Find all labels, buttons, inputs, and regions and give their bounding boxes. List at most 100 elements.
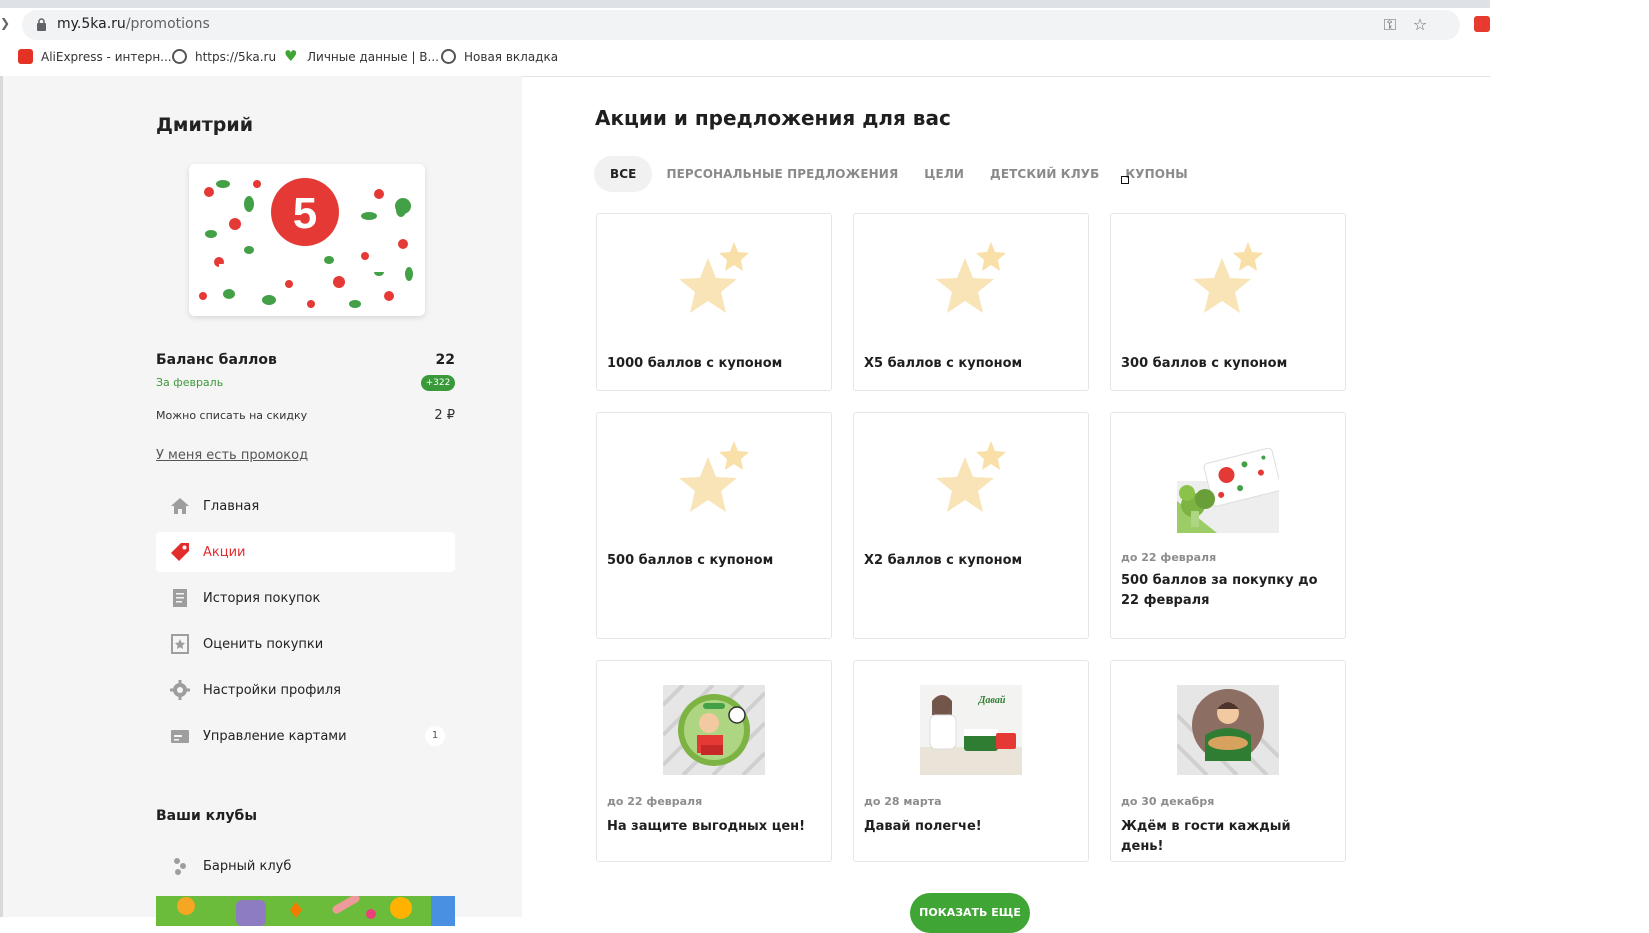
promo-code-link[interactable]: У меня есть промокод: [156, 448, 308, 463]
bookmark-star-icon[interactable]: ☆: [1410, 15, 1430, 34]
balance-period: За февраль: [156, 376, 224, 389]
clubs-title: Ваши клубы: [156, 808, 257, 824]
cursor-marker: [1121, 176, 1129, 184]
bookmark-label: https://5ka.ru: [195, 49, 277, 64]
balance-value: 22: [435, 352, 455, 368]
url-host: my.5ka.ru: [57, 16, 126, 32]
bookmark-aliexpress[interactable]: AliExpress - интерн...: [18, 49, 172, 64]
baker-image: [1177, 685, 1279, 775]
url-text[interactable]: my.5ka.ru/promotions: [57, 16, 210, 32]
star-icon: [1193, 242, 1263, 313]
sidebar-item-label: Оценить покупки: [203, 636, 324, 652]
cards-count-badge: 1: [425, 726, 445, 746]
balance-delta-badge: +322: [421, 375, 455, 391]
balance-title: Баланс баллов: [156, 352, 277, 368]
promo-title: 500 баллов с купоном: [607, 553, 774, 568]
card-broccoli-image: [1177, 447, 1279, 533]
club-banner-art: [156, 896, 455, 926]
sidebar-item-purchase-history[interactable]: История покупок: [156, 578, 455, 618]
gear-icon: [169, 679, 191, 701]
loyalty-card-art: 5: [189, 164, 425, 316]
promo-tile[interactable]: до 30 декабря Ждём в гости каждый день!: [1110, 660, 1346, 862]
aliexpress-icon: [18, 49, 33, 64]
page-margin: [1490, 0, 1649, 917]
hero-badge-image: [663, 685, 765, 775]
club-item-bar[interactable]: Барный клуб: [156, 848, 455, 884]
tab-strip: [0, 0, 1490, 8]
tab-personal-offers[interactable]: ПЕРСОНАЛЬНЫЕ ПРЕДЛОЖЕНИЯ: [666, 167, 898, 181]
svg-text:5: 5: [293, 189, 317, 238]
globe-icon: [172, 49, 187, 64]
address-bar[interactable]: my.5ka.ru/promotions ⚿ ☆: [22, 10, 1460, 40]
sidebar-nav: Главная Акции История покупок Оценить по…: [156, 486, 455, 762]
promo-date: до 28 марта: [864, 795, 942, 808]
sidebar-item-home[interactable]: Главная: [156, 486, 455, 526]
club-icon: [169, 855, 191, 877]
sidebar: Дмитрий 5 Баланс баллов 22 За февраль +3: [0, 76, 522, 926]
show-more-button[interactable]: ПОКАЗАТЬ ЕЩЕ: [910, 893, 1030, 933]
promo-title: 300 баллов с купоном: [1121, 356, 1288, 371]
promo-tile[interactable]: до 22 февраля На защите выгодных цен!: [596, 660, 832, 862]
card-icon: [169, 725, 191, 747]
home-icon: [169, 495, 191, 517]
promo-tile[interactable]: до 22 февраля 500 баллов за покупку до 2…: [1110, 412, 1346, 639]
star-icon: [936, 441, 1006, 512]
sidebar-item-rate-purchases[interactable]: Оценить покупки: [156, 624, 455, 664]
promo-title: Давай полегче!: [864, 819, 982, 834]
promo-date: до 22 февраля: [607, 795, 703, 808]
writeoff-value: 2 ₽: [434, 408, 455, 423]
tab-coupons[interactable]: КУПОНЫ: [1125, 167, 1187, 181]
tab-kids-club[interactable]: ДЕТСКИЙ КЛУБ: [990, 167, 1099, 181]
promo-title: На защите выгодных цен!: [607, 819, 806, 834]
sidebar-item-label: Главная: [203, 498, 260, 514]
promo-tile[interactable]: X2 баллов с купоном: [853, 412, 1089, 639]
heart-icon: ♥: [284, 47, 298, 65]
promo-tabs: ВСЕ ПЕРСОНАЛЬНЫЕ ПРЕДЛОЖЕНИЯ ЦЕЛИ ДЕТСКИ…: [594, 155, 1214, 193]
globe-icon: [441, 49, 456, 64]
tab-all[interactable]: ВСЕ: [594, 156, 653, 192]
sidebar-item-profile-settings[interactable]: Настройки профиля: [156, 670, 455, 710]
bookmark-5ka[interactable]: https://5ka.ru: [172, 49, 276, 64]
star-icon: [936, 242, 1006, 313]
page-title: Акции и предложения для вас: [595, 106, 951, 130]
svg-text:Давай: Давай: [978, 695, 1006, 706]
key-icon[interactable]: ⚿: [1380, 15, 1400, 35]
promo-tile[interactable]: Давай до 28 марта Давай полегче!: [853, 660, 1089, 862]
bookmark-personal-data[interactable]: ♥ Личные данные | В...: [284, 49, 439, 64]
user-name: Дмитрий: [156, 114, 254, 136]
promo-title: Ждём в гости каждый день!: [1121, 819, 1291, 854]
club-label: Барный клуб: [203, 858, 292, 874]
promo-tile[interactable]: 300 баллов с купоном: [1110, 213, 1346, 391]
browser-chrome: ❯ my.5ka.ru/promotions ⚿ ☆ AliExpress - …: [0, 0, 1490, 77]
rate-star-icon: [169, 633, 191, 655]
url-path: /promotions: [125, 16, 210, 32]
promo-tile[interactable]: 500 баллов с купоном: [596, 412, 832, 639]
star-icon: [679, 242, 749, 313]
promo-title: 1000 баллов с купоном: [607, 356, 783, 371]
woman-yogurt-image: Давай: [920, 685, 1022, 775]
sidebar-item-manage-cards[interactable]: Управление картами 1: [156, 716, 455, 756]
club-banner[interactable]: [156, 896, 455, 926]
back-icon[interactable]: ❯: [0, 16, 10, 30]
tab-goals[interactable]: ЦЕЛИ: [924, 167, 964, 181]
promo-date: до 30 декабря: [1121, 795, 1215, 808]
lock-icon: [37, 18, 46, 31]
bookmark-new-tab[interactable]: Новая вкладка: [441, 49, 558, 64]
extension-icon[interactable]: [1474, 16, 1490, 32]
sidebar-item-label: Настройки профиля: [203, 682, 341, 698]
promo-title: X2 баллов с купоном: [864, 553, 1023, 568]
sidebar-item-label: Управление картами: [203, 728, 347, 744]
loyalty-card[interactable]: 5: [189, 164, 425, 316]
sidebar-item-label: История покупок: [203, 590, 321, 606]
promo-date: до 22 февраля: [1121, 551, 1217, 564]
star-icon: [679, 441, 749, 512]
bookmark-label: AliExpress - интерн...: [41, 49, 172, 64]
receipt-icon: [169, 587, 191, 609]
promo-title: X5 баллов с купоном: [864, 356, 1023, 371]
writeoff-label: Можно списать на скидку: [156, 409, 308, 422]
promo-tile[interactable]: X5 баллов с купоном: [853, 213, 1089, 391]
promo-tile[interactable]: 1000 баллов с купоном: [596, 213, 832, 391]
bookmark-label: Новая вкладка: [464, 49, 559, 64]
bookmark-label: Личные данные | В...: [307, 49, 439, 64]
sidebar-item-promotions[interactable]: Акции: [156, 532, 455, 572]
